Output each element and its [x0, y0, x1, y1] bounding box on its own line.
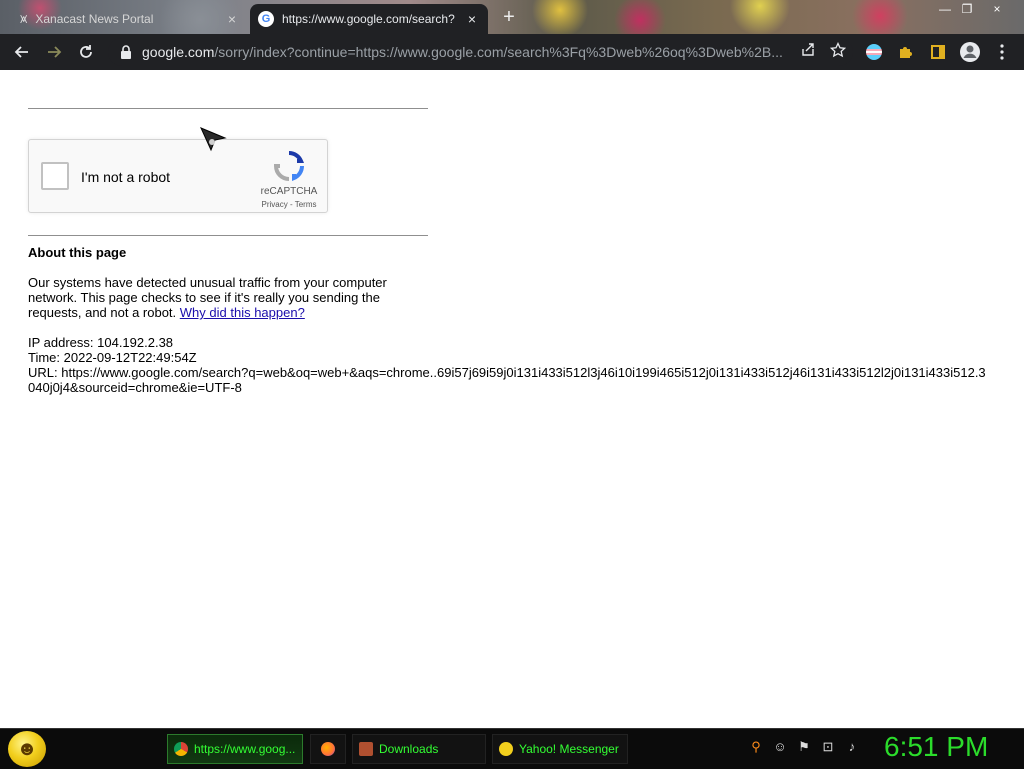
tab-title: Xanacast News Portal [35, 12, 154, 26]
why-link[interactable]: Why did this happen? [180, 305, 305, 320]
recaptcha-icon [273, 151, 305, 182]
explanation-paragraph: Our systems have detected unusual traffi… [28, 275, 387, 320]
address-bar[interactable]: google.com/sorry/index?continue=https://… [108, 38, 853, 66]
forward-icon[interactable] [38, 36, 70, 68]
back-icon[interactable] [6, 36, 38, 68]
request-details: IP address: 104.192.2.38 Time: 2022-09-1… [28, 335, 988, 395]
maximize-icon[interactable]: ❐ [956, 0, 978, 18]
volume-icon[interactable]: ♪ [840, 739, 864, 755]
recaptcha-widget: I'm not a robot reCAPTCHA Privacy - Term… [28, 139, 328, 213]
browser-toolbar: google.com/sorry/index?continue=https://… [0, 34, 1024, 70]
clock[interactable]: 6:51 PM [884, 731, 988, 763]
antenna-icon: ⩙ [20, 11, 28, 26]
extension-icon[interactable] [858, 38, 890, 66]
system-tray: ⚲ ☺ ⚑ ⊡ ♪ [744, 739, 864, 755]
menu-icon[interactable] [986, 38, 1018, 66]
request-url: URL: https://www.google.com/search?q=web… [28, 365, 986, 395]
close-tab-icon[interactable]: × [464, 11, 480, 27]
timestamp: Time: 2022-09-12T22:49:54Z [28, 350, 197, 365]
share-icon[interactable] [793, 42, 823, 62]
task-downloads[interactable]: Downloads [352, 734, 486, 764]
puzzle-icon[interactable] [890, 38, 922, 66]
folder-icon [359, 742, 373, 756]
chrome-icon [174, 742, 188, 756]
tab-title: https://www.google.com/search? [282, 12, 455, 26]
mouse-cursor-icon [200, 127, 227, 152]
about-heading: About this page [28, 245, 127, 260]
profile-icon[interactable] [954, 38, 986, 66]
start-button[interactable]: ☻ [8, 731, 46, 767]
captcha-brand: reCAPTCHA [260, 186, 318, 197]
new-tab-button[interactable]: + [498, 6, 520, 28]
captcha-label: I'm not a robot [81, 169, 171, 185]
messenger-icon [499, 742, 513, 756]
address-url: google.com/sorry/index?continue=https://… [142, 44, 783, 60]
taskbar: ☻ https://www.goog... Downloads Yahoo! M… [0, 728, 1024, 769]
minimize-icon[interactable]: — [934, 0, 956, 18]
tab-strip: ⩙ Xanacast News Portal × G https://www.g… [0, 0, 1024, 34]
smiley-icon[interactable]: ☺ [768, 739, 792, 755]
star-icon[interactable] [823, 41, 853, 63]
smiley-icon: ☻ [16, 738, 38, 760]
task-firefox[interactable] [310, 734, 346, 764]
captcha-links[interactable]: Privacy - Terms [249, 200, 329, 209]
close-window-icon[interactable]: × [986, 0, 1008, 18]
sidepanel-icon[interactable] [922, 38, 954, 66]
task-yahoo-messenger[interactable]: Yahoo! Messenger [492, 734, 628, 764]
reload-icon[interactable] [70, 36, 102, 68]
ip-address: IP address: 104.192.2.38 [28, 335, 174, 350]
divider [28, 108, 428, 109]
tab-google[interactable]: G https://www.google.com/search? × [250, 4, 488, 34]
network-icon[interactable]: ⊡ [816, 739, 840, 755]
flag-icon[interactable]: ⚑ [792, 739, 816, 755]
captcha-checkbox[interactable] [41, 162, 69, 190]
search-icon[interactable]: ⚲ [744, 739, 768, 755]
firefox-icon [321, 742, 335, 756]
close-tab-icon[interactable]: × [224, 11, 240, 27]
divider [28, 235, 428, 236]
lock-icon [121, 45, 131, 59]
tab-xanacast[interactable]: ⩙ Xanacast News Portal × [12, 4, 248, 34]
task-chrome[interactable]: https://www.goog... [167, 734, 303, 764]
google-icon: G [258, 11, 274, 27]
